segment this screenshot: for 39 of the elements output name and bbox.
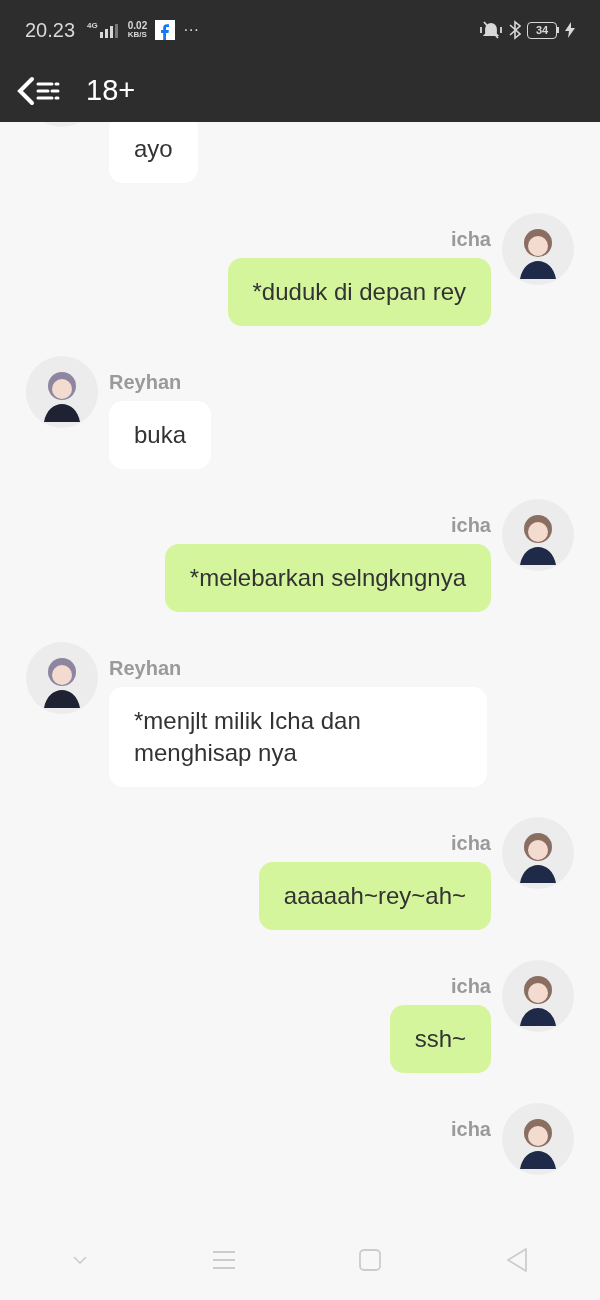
avatar-icon [502,1103,574,1175]
chat-title: 18+ [86,73,136,109]
message-bubble: ayo [109,122,198,183]
data-speed-unit: KB/S [127,31,148,39]
mute-icon [479,20,503,40]
network-type: 4G [87,22,98,30]
avatar-icon [26,642,98,714]
message-bubble: buka [109,401,212,469]
sender-name: Reyhan [109,656,182,680]
sender-name: icha [450,227,491,251]
avatar-icon [502,960,574,1032]
sender-name: icha [450,513,491,537]
message-bubble: *menjlt milik Icha dan menghisap nya [109,687,487,787]
sender-name: icha [450,831,491,855]
message-bubble: ssh~ [389,1005,491,1073]
avatar-icon [502,817,574,889]
back-nav-icon[interactable] [505,1248,528,1272]
avatar-icon [26,356,98,428]
facebook-icon [155,20,176,40]
data-speed: 0.02 [127,21,148,31]
status-time: 20.23 [25,18,76,43]
menu-icon[interactable] [36,81,60,101]
more-notifications: ··· [183,20,200,40]
avatar-icon [502,499,574,571]
charging-icon [565,22,575,38]
message-bubble: *duduk di depan rey [227,258,491,326]
bluetooth-icon [509,20,521,40]
sender-name: icha [450,974,491,998]
home-icon[interactable] [359,1249,382,1271]
sender-name: icha [450,1117,491,1141]
battery-indicator: 34 [527,21,559,39]
sender-name: Reyhan [109,370,182,394]
signal-icon [99,24,120,38]
recents-icon[interactable] [212,1250,235,1270]
message-bubble: aaaaah~rey~ah~ [258,862,491,930]
chevron-down-icon[interactable] [72,1255,89,1265]
back-icon[interactable] [16,76,36,106]
avatar-icon [502,213,574,285]
message-bubble: *melebarkan selngkngnya [164,544,491,612]
